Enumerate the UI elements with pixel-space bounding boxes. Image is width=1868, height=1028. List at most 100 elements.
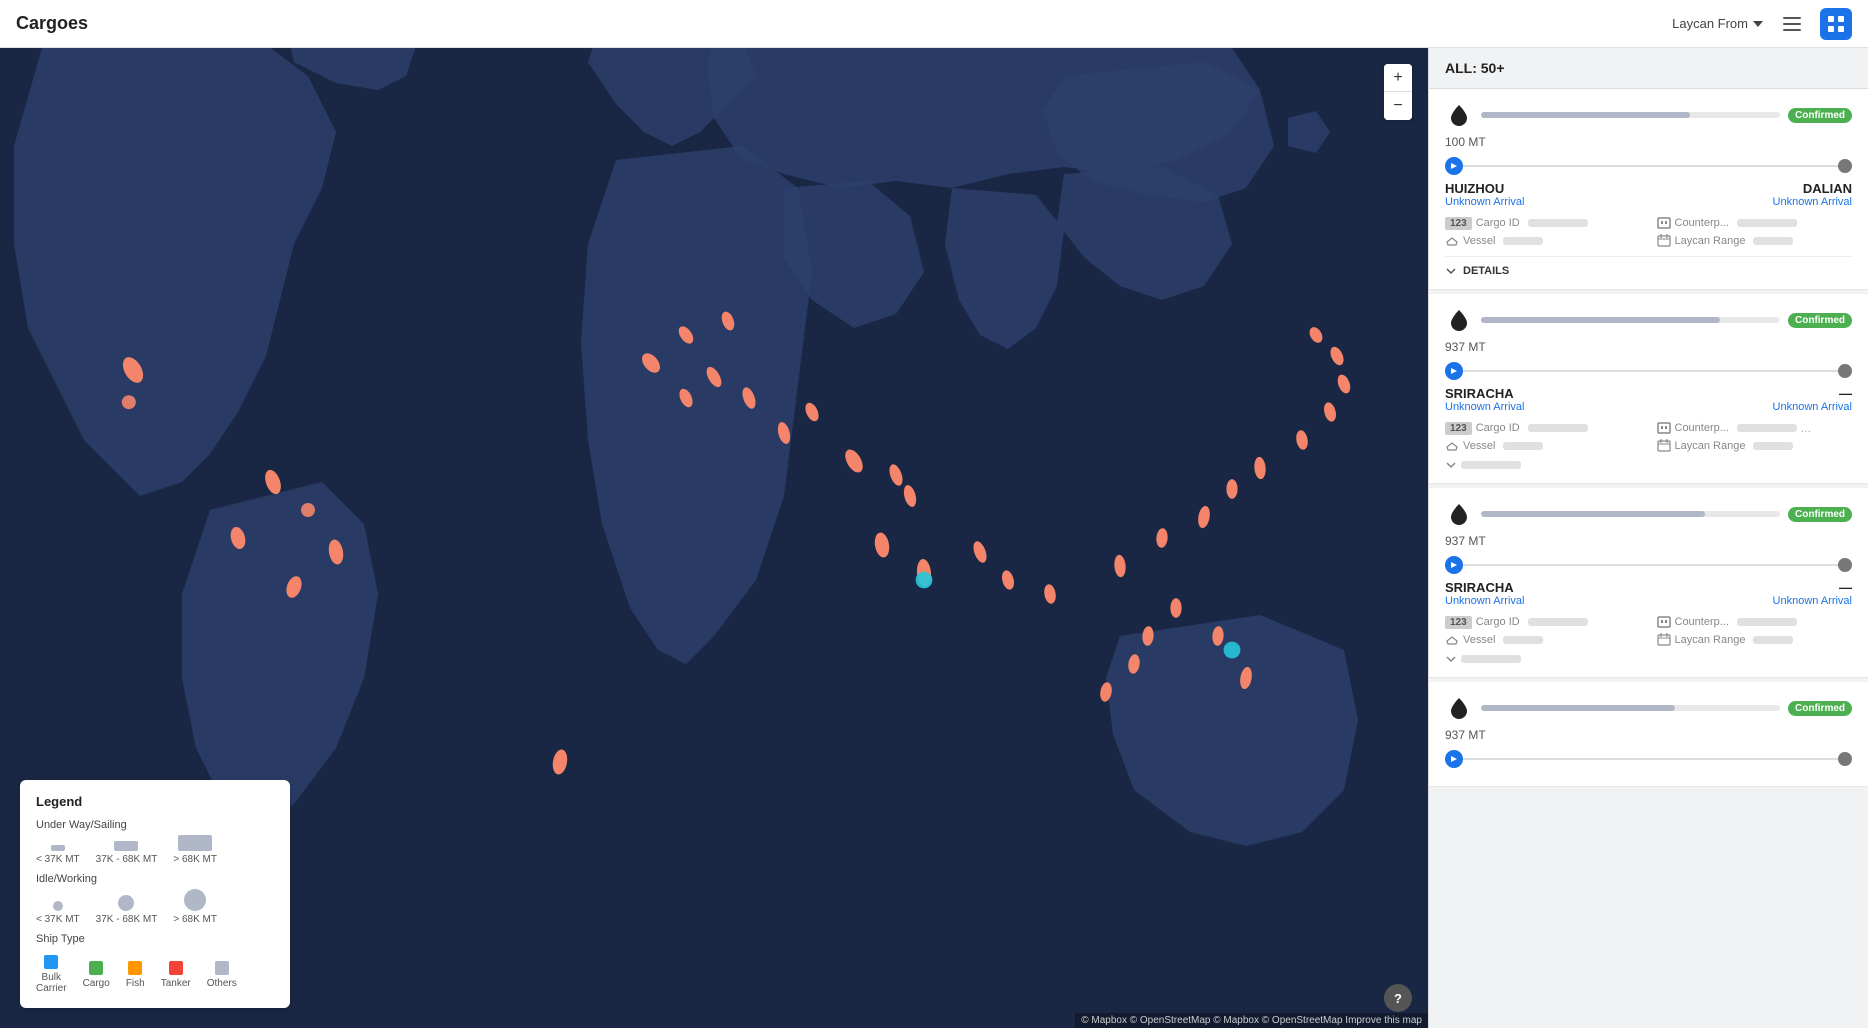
vessel-icon [1445, 439, 1459, 453]
vessel-icon [1445, 633, 1459, 647]
cargo-card-header: Confirmed [1445, 500, 1852, 528]
map-container[interactable]: + − Legend Under Way/Sailing < 37K MT 37… [0, 48, 1428, 1028]
status-badge: Confirmed [1788, 313, 1852, 328]
cargo-card-header: Confirmed [1445, 306, 1852, 334]
details-toggle[interactable]: DETAILS [1445, 256, 1852, 277]
size-small-underway: < 37K MT [36, 845, 80, 865]
zoom-out-button[interactable]: − [1384, 92, 1412, 120]
status-badge: Confirmed [1788, 507, 1852, 522]
expand-toggle[interactable] [1445, 653, 1852, 665]
cargo-ports: SRIRACHA Unknown Arrival — Unknown Arriv… [1445, 580, 1852, 607]
cargo-count-label: ALL: 50+ [1445, 60, 1505, 76]
grid-view-icon[interactable] [1820, 8, 1852, 40]
cargo-card: Confirmed 937 MT [1429, 682, 1868, 787]
origin-dot [1445, 157, 1463, 175]
cargo-id-row: 123 Cargo ID [1445, 421, 1641, 435]
origin-name: HUIZHOU [1445, 181, 1524, 196]
route-line [1463, 370, 1838, 372]
cargo-id-row: 123 Cargo ID [1445, 615, 1641, 629]
cargo-bar-fill [1481, 511, 1705, 517]
size-small-idle: < 37K MT [36, 901, 80, 925]
building-icon [1657, 216, 1671, 230]
cargo-route [1445, 362, 1852, 380]
size-medium-idle: 37K - 68K MT [96, 895, 158, 925]
chevron-down-icon [1445, 265, 1457, 277]
ship-tanker: Tanker [161, 961, 191, 989]
vessel-row: Vessel [1445, 234, 1641, 248]
cargo-list-panel: ALL: 50+ Confirmed 100 MT [1428, 48, 1868, 1028]
cargo-bar-fill [1481, 705, 1675, 711]
help-button[interactable]: ? [1384, 984, 1412, 1012]
cargo-meta: 123 Cargo ID Counterp... Vessel Laycan R [1445, 615, 1852, 647]
counterp-value [1737, 618, 1797, 626]
dest-arrival: Unknown Arrival [1773, 401, 1852, 413]
idle-sizes: < 37K MT 37K - 68K MT > 68K MT [36, 889, 274, 925]
map-legend: Legend Under Way/Sailing < 37K MT 37K - … [20, 780, 290, 1008]
route-line [1463, 564, 1838, 566]
dest-info: — Unknown Arrival [1773, 580, 1852, 607]
dest-dot [1838, 752, 1852, 766]
laycan-row: Laycan Range [1657, 234, 1853, 248]
cargo-progress-bar [1481, 317, 1780, 323]
laycan-row: Laycan Range [1657, 439, 1853, 453]
calendar-icon [1657, 234, 1671, 248]
laycan-value [1753, 442, 1793, 450]
size-large-underway: > 68K MT [173, 835, 217, 865]
cargo-progress-bar [1481, 112, 1780, 118]
legend-title: Legend [36, 794, 274, 809]
building-icon [1657, 615, 1671, 629]
counterp-row: Counterp... [1657, 216, 1853, 230]
ship-bulk-carrier: BulkCarrier [36, 955, 67, 994]
origin-dot [1445, 362, 1463, 380]
menu-icon[interactable] [1776, 8, 1808, 40]
origin-info: HUIZHOU Unknown Arrival [1445, 181, 1524, 208]
counterp-value [1737, 424, 1797, 432]
chevron-down-icon [1445, 653, 1457, 665]
origin-name: SRIRACHA [1445, 386, 1524, 401]
dest-arrival: Unknown Arrival [1773, 196, 1852, 208]
map-attribution: © Mapbox © OpenStreetMap © Mapbox © Open… [1075, 1013, 1428, 1028]
origin-arrival: Unknown Arrival [1445, 401, 1524, 413]
cargo-card-header: Confirmed [1445, 694, 1852, 722]
vessel-value [1503, 237, 1543, 245]
details-label: DETAILS [1463, 265, 1509, 277]
dest-name: DALIAN [1803, 181, 1852, 196]
cargo-card: Confirmed 937 MT SRIRACHA Unknown Arriva… [1429, 294, 1868, 484]
route-line [1463, 758, 1838, 760]
origin-info: SRIRACHA Unknown Arrival [1445, 386, 1524, 413]
size-large-idle: > 68K MT [173, 889, 217, 925]
underway-sizes: < 37K MT 37K - 68K MT > 68K MT [36, 835, 274, 865]
cargo-progress-bar [1481, 705, 1780, 711]
sort-down-icon [1752, 18, 1764, 30]
vessel-value [1503, 442, 1543, 450]
dest-dot [1838, 364, 1852, 378]
cargo-route [1445, 750, 1852, 768]
laycan-row: Laycan Range [1657, 633, 1853, 647]
cargo-ports: HUIZHOU Unknown Arrival DALIAN Unknown A… [1445, 181, 1852, 208]
map-zoom-controls: + − [1384, 64, 1412, 120]
app-title: Cargoes [16, 13, 88, 34]
expand-toggle[interactable] [1445, 459, 1852, 471]
origin-name: SRIRACHA [1445, 580, 1524, 595]
sort-label: Laycan From [1672, 16, 1748, 31]
status-badge: Confirmed [1788, 701, 1852, 716]
building-icon [1657, 421, 1671, 435]
status-badge: Confirmed [1788, 108, 1852, 123]
origin-dot [1445, 750, 1463, 768]
cargo-id-value [1528, 219, 1588, 227]
vessel-value [1503, 636, 1543, 644]
cargo-weight: 100 MT [1445, 135, 1852, 149]
dest-dot [1838, 558, 1852, 572]
calendar-icon [1657, 439, 1671, 453]
cargo-bar-fill [1481, 317, 1720, 323]
dest-name: — [1839, 386, 1852, 401]
app-header: Cargoes Laycan From [0, 0, 1868, 48]
cargo-meta: 123 Cargo ID Counterp... ... Vessel [1445, 421, 1852, 453]
counterp-row: Counterp... ... [1657, 421, 1853, 435]
cargo-id-value [1528, 618, 1588, 626]
laycan-sort-button[interactable]: Laycan From [1672, 16, 1764, 31]
cargo-weight: 937 MT [1445, 728, 1852, 742]
zoom-in-button[interactable]: + [1384, 64, 1412, 92]
cargo-id-row: 123 Cargo ID [1445, 216, 1641, 230]
ship-others: Others [207, 961, 237, 989]
